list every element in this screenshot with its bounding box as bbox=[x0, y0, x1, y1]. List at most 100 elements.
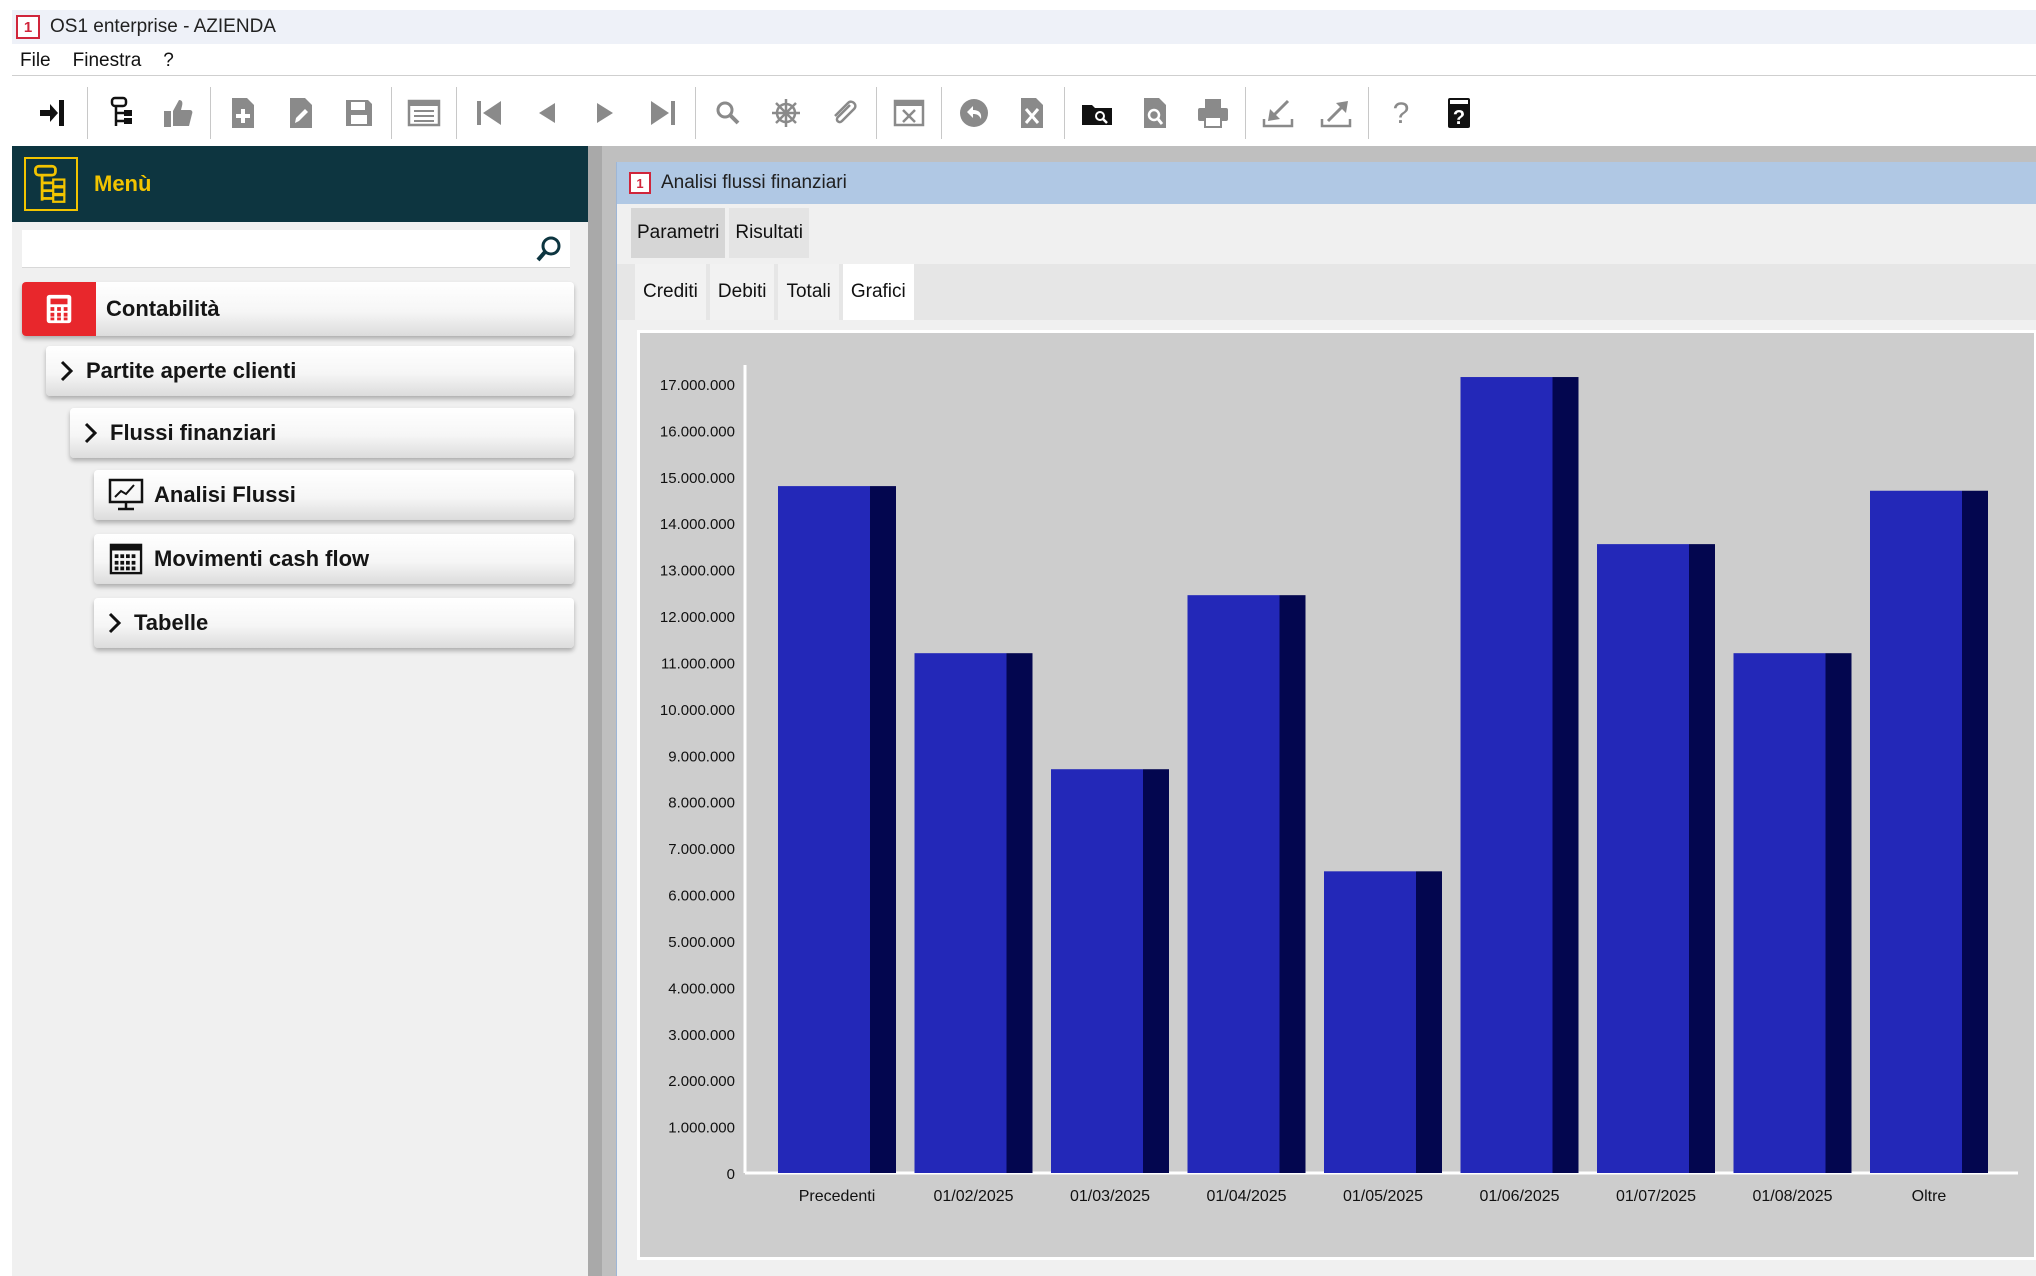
tab-risultati[interactable]: Risultati bbox=[729, 208, 809, 258]
calendar-grid-icon bbox=[108, 542, 144, 576]
window-title: Analisi flussi finanziari bbox=[661, 172, 847, 193]
sidebar-header: Menù bbox=[12, 146, 588, 222]
calculator-icon bbox=[22, 282, 96, 336]
open-folder-search-icon[interactable] bbox=[1068, 84, 1126, 142]
panel-splitter[interactable] bbox=[588, 146, 602, 1276]
edit-document-icon[interactable] bbox=[272, 84, 330, 142]
previous-record-icon[interactable] bbox=[518, 84, 576, 142]
x-tick-label: 01/08/2025 bbox=[1752, 1188, 1832, 1205]
bar bbox=[1733, 653, 1852, 1173]
attachment-icon[interactable] bbox=[815, 84, 873, 142]
search-icon[interactable] bbox=[534, 234, 564, 264]
menu-finestra[interactable]: Finestra bbox=[73, 50, 142, 72]
sidebar-item-label: Partite aperte clienti bbox=[86, 358, 297, 383]
y-tick-label: 0 bbox=[727, 1166, 735, 1183]
menu-file[interactable]: File bbox=[20, 50, 51, 72]
analysis-window: 1 Analisi flussi finanziari Parametri Ri… bbox=[616, 162, 2036, 1276]
manual-icon[interactable]: ? bbox=[1430, 84, 1488, 142]
first-record-icon[interactable] bbox=[460, 84, 518, 142]
cancel-window-icon[interactable] bbox=[880, 84, 938, 142]
undo-icon[interactable] bbox=[945, 84, 1003, 142]
y-tick-label: 5.000.000 bbox=[668, 934, 735, 951]
app-title: OS1 enterprise - AZIENDA bbox=[50, 16, 276, 37]
tab-totali[interactable]: Totali bbox=[778, 264, 839, 320]
toolbar: ? ? bbox=[12, 78, 2036, 148]
title-bar: 1 OS1 enterprise - AZIENDA bbox=[12, 10, 2036, 44]
x-tick-label: 01/02/2025 bbox=[933, 1188, 1013, 1205]
mdi-area: 1 Analisi flussi finanziari Parametri Ri… bbox=[602, 146, 2036, 1276]
toolbar-separator bbox=[1368, 86, 1369, 139]
y-tick-label: 1.000.000 bbox=[668, 1120, 735, 1137]
list-icon[interactable] bbox=[395, 84, 453, 142]
bar bbox=[1460, 377, 1579, 1174]
x-tick-label: Oltre bbox=[1912, 1188, 1947, 1205]
y-tick-label: 4.000.000 bbox=[668, 980, 735, 997]
y-tick-label: 6.000.000 bbox=[668, 888, 735, 905]
sidebar-item-partite-aperte-clienti[interactable]: Partite aperte clienti bbox=[46, 346, 574, 396]
menu-bar: File Finestra ? bbox=[12, 46, 2036, 76]
import-icon[interactable] bbox=[1249, 84, 1307, 142]
toolbar-separator bbox=[87, 86, 88, 139]
delete-document-icon[interactable] bbox=[1003, 84, 1061, 142]
x-tick-label: 01/07/2025 bbox=[1616, 1188, 1696, 1205]
chevron-right-icon bbox=[60, 360, 74, 382]
sidebar-item-flussi-finanziari[interactable]: Flussi finanziari bbox=[70, 408, 574, 458]
svg-text:?: ? bbox=[1453, 107, 1465, 129]
bar bbox=[778, 486, 896, 1173]
sidebar-item-label: Flussi finanziari bbox=[110, 420, 277, 445]
bar-chart: 0 1.000.000 2.000.000 3.000.000 4.000.000 5.0… bbox=[660, 365, 2018, 1205]
chart-panel: 0 1.000.000 2.000.000 3.000.000 4.000.000 5.0… bbox=[637, 330, 2036, 1260]
y-tick-label: 3.000.000 bbox=[668, 1027, 735, 1044]
export-icon[interactable] bbox=[1307, 84, 1365, 142]
toolbar-separator bbox=[456, 86, 457, 139]
y-tick-label: 17.000.000 bbox=[660, 377, 735, 394]
window-title-bar[interactable]: 1 Analisi flussi finanziari bbox=[617, 162, 2036, 204]
bar bbox=[914, 653, 1033, 1173]
thumbs-up-icon[interactable] bbox=[149, 84, 207, 142]
exit-icon[interactable] bbox=[26, 84, 84, 142]
sidebar-item-movimenti-cash-flow[interactable]: Movimenti cash flow bbox=[94, 534, 574, 584]
menu-help[interactable]: ? bbox=[163, 50, 174, 72]
tab-parametri[interactable]: Parametri bbox=[631, 208, 726, 258]
sub-tabs: Crediti Debiti Totali Grafici bbox=[617, 264, 2036, 320]
sidebar-search-input[interactable] bbox=[22, 230, 570, 268]
toolbar-separator bbox=[941, 86, 942, 139]
sidebar-item-label: Movimenti cash flow bbox=[154, 546, 370, 571]
sidebar-title: Menù bbox=[94, 171, 152, 196]
tab-crediti[interactable]: Crediti bbox=[635, 264, 706, 320]
y-tick-label: 2.000.000 bbox=[668, 1073, 735, 1090]
last-record-icon[interactable] bbox=[634, 84, 692, 142]
bar bbox=[1870, 490, 1988, 1173]
toolbar-separator bbox=[876, 86, 877, 139]
print-icon[interactable] bbox=[1184, 84, 1242, 142]
toolbar-separator bbox=[391, 86, 392, 139]
settings-wheel-icon[interactable] bbox=[757, 84, 815, 142]
bar bbox=[1324, 871, 1442, 1173]
tree-icon[interactable] bbox=[91, 84, 149, 142]
sidebar-item-analisi-flussi[interactable]: Analisi Flussi bbox=[94, 470, 574, 520]
x-tick-label: 01/04/2025 bbox=[1206, 1188, 1286, 1205]
toolbar-separator bbox=[1245, 86, 1246, 139]
y-tick-label: 16.000.000 bbox=[660, 423, 735, 440]
toolbar-separator bbox=[210, 86, 211, 139]
tab-debiti[interactable]: Debiti bbox=[709, 264, 775, 320]
y-tick-label: 13.000.000 bbox=[660, 563, 735, 580]
chevron-right-icon bbox=[84, 422, 98, 444]
new-document-icon[interactable] bbox=[214, 84, 272, 142]
y-tick-label: 8.000.000 bbox=[668, 795, 735, 812]
preview-icon[interactable] bbox=[1126, 84, 1184, 142]
app-window: 1 OS1 enterprise - AZIENDA File Finestra… bbox=[12, 0, 2036, 1276]
x-tick-label: 01/03/2025 bbox=[1070, 1188, 1150, 1205]
search-icon[interactable] bbox=[699, 84, 757, 142]
window-logo-icon: 1 bbox=[629, 172, 651, 194]
tab-grafici[interactable]: Grafici bbox=[842, 264, 914, 320]
toolbar-separator bbox=[1064, 86, 1065, 139]
monitor-chart-icon bbox=[108, 478, 144, 512]
bar bbox=[1051, 769, 1169, 1173]
save-icon[interactable] bbox=[330, 84, 388, 142]
x-tick-label: Precedenti bbox=[799, 1188, 876, 1205]
help-icon[interactable]: ? bbox=[1372, 84, 1430, 142]
sidebar-item-contabilita[interactable]: Contabilità bbox=[22, 282, 574, 336]
next-record-icon[interactable] bbox=[576, 84, 634, 142]
sidebar-item-tabelle[interactable]: Tabelle bbox=[94, 598, 574, 648]
